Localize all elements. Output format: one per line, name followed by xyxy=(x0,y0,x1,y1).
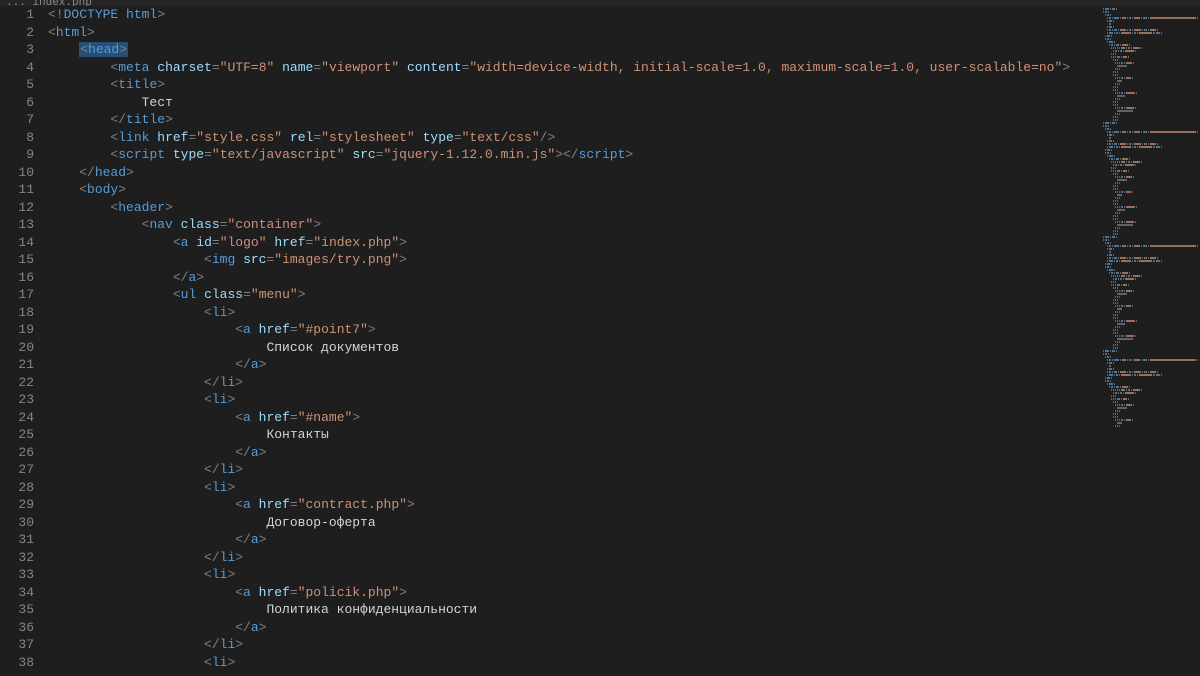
code-line[interactable]: Политика конфиденциальности xyxy=(48,601,1100,619)
line-number: 5 xyxy=(0,76,34,94)
code-line[interactable]: <li> xyxy=(48,479,1100,497)
line-number: 29 xyxy=(0,496,34,514)
line-number: 35 xyxy=(0,601,34,619)
code-line[interactable]: <html> xyxy=(48,24,1100,42)
line-number: 11 xyxy=(0,181,34,199)
code-line[interactable]: <a href="contract.php"> xyxy=(48,496,1100,514)
code-line[interactable]: <meta charset="UTF=8" name="viewport" co… xyxy=(48,59,1100,77)
line-number: 21 xyxy=(0,356,34,374)
line-number: 38 xyxy=(0,654,34,672)
code-line[interactable]: </li> xyxy=(48,549,1100,567)
code-line[interactable]: </a> xyxy=(48,356,1100,374)
code-line[interactable]: <body> xyxy=(48,181,1100,199)
code-area[interactable]: <!DOCTYPE html><html> <head> <meta chars… xyxy=(48,6,1100,676)
code-line[interactable]: <nav class="container"> xyxy=(48,216,1100,234)
code-line[interactable]: <script type="text/javascript" src="jque… xyxy=(48,146,1100,164)
line-number: 22 xyxy=(0,374,34,392)
code-line[interactable]: <!DOCTYPE html> xyxy=(48,6,1100,24)
line-number: 34 xyxy=(0,584,34,602)
line-number: 12 xyxy=(0,199,34,217)
line-number: 25 xyxy=(0,426,34,444)
line-number: 24 xyxy=(0,409,34,427)
code-line[interactable]: <ul class="menu"> xyxy=(48,286,1100,304)
code-line[interactable]: Список документов xyxy=(48,339,1100,357)
code-line[interactable]: </li> xyxy=(48,461,1100,479)
code-line[interactable]: </li> xyxy=(48,374,1100,392)
code-line[interactable]: </head> xyxy=(48,164,1100,182)
code-line[interactable]: <li> xyxy=(48,391,1100,409)
code-line[interactable]: <link href="style.css" rel="stylesheet" … xyxy=(48,129,1100,147)
code-line[interactable]: Договор-оферта xyxy=(48,514,1100,532)
code-line[interactable]: <li> xyxy=(48,566,1100,584)
line-number: 28 xyxy=(0,479,34,497)
minimap-content xyxy=(1103,8,1198,428)
code-line[interactable]: </a> xyxy=(48,444,1100,462)
line-number: 13 xyxy=(0,216,34,234)
code-line[interactable]: Тест xyxy=(48,94,1100,112)
code-line[interactable]: </li> xyxy=(48,636,1100,654)
line-number: 14 xyxy=(0,234,34,252)
code-line[interactable]: <head> xyxy=(48,41,1100,59)
code-line[interactable]: <img src="images/try.png"> xyxy=(48,251,1100,269)
code-line[interactable]: <li> xyxy=(48,304,1100,322)
line-number: 18 xyxy=(0,304,34,322)
line-number: 31 xyxy=(0,531,34,549)
code-line[interactable]: <a id="logo" href="index.php"> xyxy=(48,234,1100,252)
line-number: 10 xyxy=(0,164,34,182)
line-number: 9 xyxy=(0,146,34,164)
code-line[interactable]: <a href="#name"> xyxy=(48,409,1100,427)
line-number: 16 xyxy=(0,269,34,287)
line-number: 4 xyxy=(0,59,34,77)
line-number: 33 xyxy=(0,566,34,584)
line-number: 19 xyxy=(0,321,34,339)
code-line[interactable]: </a> xyxy=(48,619,1100,637)
line-number: 8 xyxy=(0,129,34,147)
line-number: 32 xyxy=(0,549,34,567)
code-line[interactable]: <header> xyxy=(48,199,1100,217)
code-line[interactable]: <a href="#point7"> xyxy=(48,321,1100,339)
line-number: 27 xyxy=(0,461,34,479)
code-line[interactable]: Контакты xyxy=(48,426,1100,444)
line-number: 23 xyxy=(0,391,34,409)
line-number: 7 xyxy=(0,111,34,129)
line-number: 2 xyxy=(0,24,34,42)
editor-main: 1234567891011121314151617181920212223242… xyxy=(0,6,1200,676)
line-number: 20 xyxy=(0,339,34,357)
line-number: 15 xyxy=(0,251,34,269)
minimap[interactable] xyxy=(1100,6,1200,676)
line-number: 30 xyxy=(0,514,34,532)
line-number: 36 xyxy=(0,619,34,637)
line-number: 1 xyxy=(0,6,34,24)
line-number: 3 xyxy=(0,41,34,59)
code-line[interactable]: <title> xyxy=(48,76,1100,94)
line-number: 17 xyxy=(0,286,34,304)
line-number-gutter: 1234567891011121314151617181920212223242… xyxy=(0,6,48,676)
code-line[interactable]: </title> xyxy=(48,111,1100,129)
code-line[interactable]: <li> xyxy=(48,654,1100,672)
line-number: 37 xyxy=(0,636,34,654)
code-line[interactable]: <a href="policik.php"> xyxy=(48,584,1100,602)
code-line[interactable]: </a> xyxy=(48,269,1100,287)
code-editor[interactable]: 1234567891011121314151617181920212223242… xyxy=(0,6,1100,676)
line-number: 26 xyxy=(0,444,34,462)
line-number: 6 xyxy=(0,94,34,112)
code-line[interactable]: </a> xyxy=(48,531,1100,549)
